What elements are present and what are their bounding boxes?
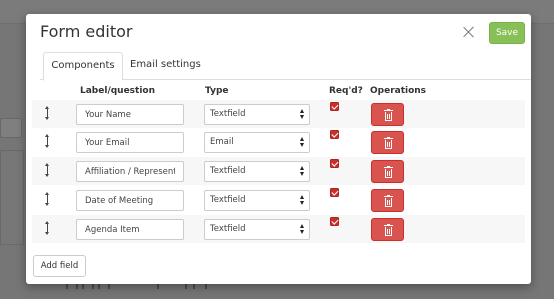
select-arrows-icon [300, 137, 305, 148]
tab-bar: Components Email settings [40, 52, 531, 81]
select-arrows-icon [300, 109, 305, 120]
label-input[interactable] [76, 104, 184, 125]
drag-handle-icon[interactable] [44, 134, 49, 148]
trash-icon [384, 166, 393, 178]
column-header-label: Label/question [80, 86, 156, 96]
type-select[interactable]: Email [204, 132, 310, 153]
delete-button[interactable] [371, 103, 404, 126]
label-input[interactable] [76, 161, 184, 182]
table-row: Textfield [32, 186, 525, 214]
delete-button[interactable] [371, 131, 404, 154]
select-arrows-icon [300, 195, 305, 206]
trash-icon [384, 224, 393, 236]
modal-title: Form editor [40, 22, 133, 41]
label-input[interactable] [76, 219, 184, 240]
trash-icon [384, 195, 393, 207]
table-row: Textfield [32, 157, 525, 185]
trash-icon [384, 109, 393, 121]
type-select[interactable]: Textfield [204, 219, 310, 240]
table-row: Textfield [32, 215, 525, 243]
delete-button[interactable] [371, 189, 404, 212]
save-button[interactable]: Save [489, 22, 525, 44]
select-arrows-icon [300, 224, 305, 235]
drag-handle-icon[interactable] [44, 106, 49, 120]
drag-handle-icon[interactable] [44, 192, 49, 206]
column-header-operations: Operations [370, 86, 427, 96]
required-checkbox[interactable] [330, 217, 339, 226]
drag-handle-icon[interactable] [44, 163, 49, 177]
close-icon[interactable] [462, 25, 476, 39]
type-select-value: Textfield [210, 195, 246, 205]
label-input[interactable] [76, 132, 184, 153]
type-select[interactable]: Textfield [204, 190, 310, 211]
table-row: Email [32, 128, 525, 156]
type-select-value: Email [210, 137, 234, 147]
delete-button[interactable] [371, 160, 404, 183]
form-editor-modal: Form editor Save Components Email settin… [26, 14, 531, 284]
required-checkbox[interactable] [330, 188, 339, 197]
required-checkbox[interactable] [330, 102, 339, 111]
required-checkbox[interactable] [330, 159, 339, 168]
add-field-button[interactable]: Add field [33, 255, 86, 277]
tab-email-settings[interactable]: Email settings [130, 52, 201, 80]
tab-components[interactable]: Components [43, 52, 123, 81]
select-arrows-icon [300, 166, 305, 177]
type-select-value: Textfield [210, 166, 246, 176]
table-row: Textfield [32, 100, 525, 128]
delete-button[interactable] [371, 218, 404, 241]
type-select-value: Textfield [210, 224, 246, 234]
label-input[interactable] [76, 190, 184, 211]
type-select-value: Textfield [210, 109, 246, 119]
column-header-type: Type [205, 86, 229, 96]
column-header-required: Req'd? [329, 86, 363, 96]
type-select[interactable]: Textfield [204, 104, 310, 125]
drag-handle-icon[interactable] [44, 221, 49, 235]
type-select[interactable]: Textfield [204, 161, 310, 182]
required-checkbox[interactable] [330, 130, 339, 139]
trash-icon [384, 137, 393, 149]
